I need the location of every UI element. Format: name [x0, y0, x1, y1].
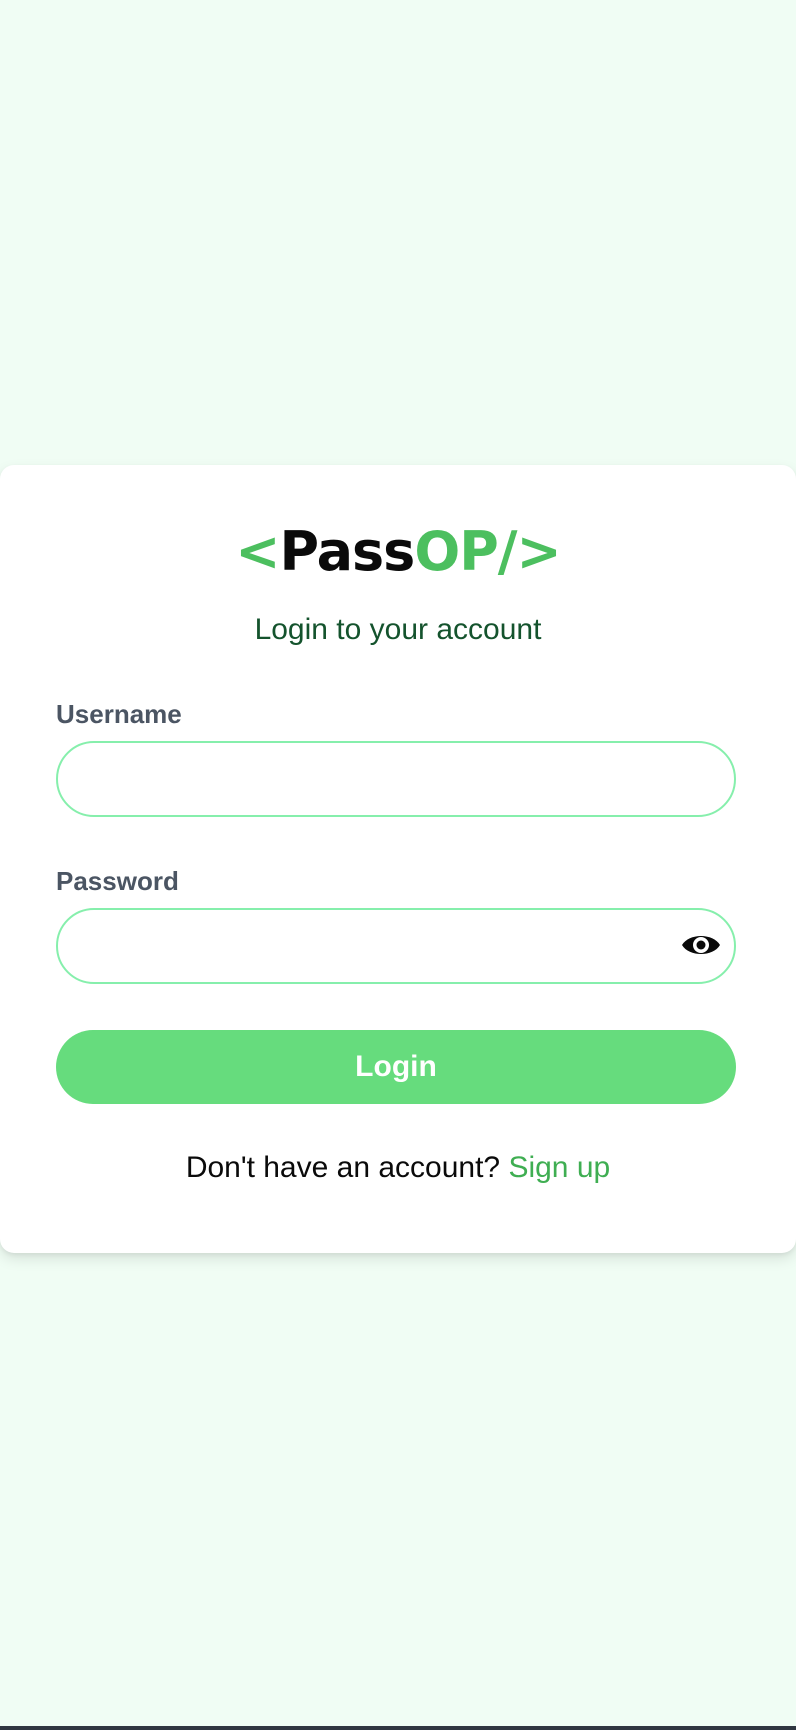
password-label: Password — [56, 866, 179, 896]
signup-link[interactable]: Sign up — [508, 1151, 610, 1184]
app-logo: <PassOP/> — [0, 525, 796, 579]
signup-prompt-text: Don't have an account? — [185, 1151, 509, 1184]
login-button[interactable]: Login — [56, 1030, 736, 1104]
login-card: <PassOP/> Login to your account Username… — [0, 465, 796, 1253]
password-input[interactable] — [58, 910, 734, 982]
bottom-bar — [0, 1726, 796, 1730]
logo-pass: Pass — [279, 520, 415, 583]
username-field-wrapper — [56, 741, 736, 817]
username-input[interactable] — [58, 743, 734, 815]
username-label: Username — [56, 699, 182, 729]
logo-open-bracket: < — [235, 520, 280, 583]
eye-icon[interactable] — [680, 926, 722, 964]
logo-op: OP/> — [414, 520, 561, 583]
signup-prompt: Don't have an account? Sign up — [0, 1151, 796, 1185]
page-subtitle: Login to your account — [254, 613, 542, 646]
password-field-wrapper — [56, 908, 736, 984]
